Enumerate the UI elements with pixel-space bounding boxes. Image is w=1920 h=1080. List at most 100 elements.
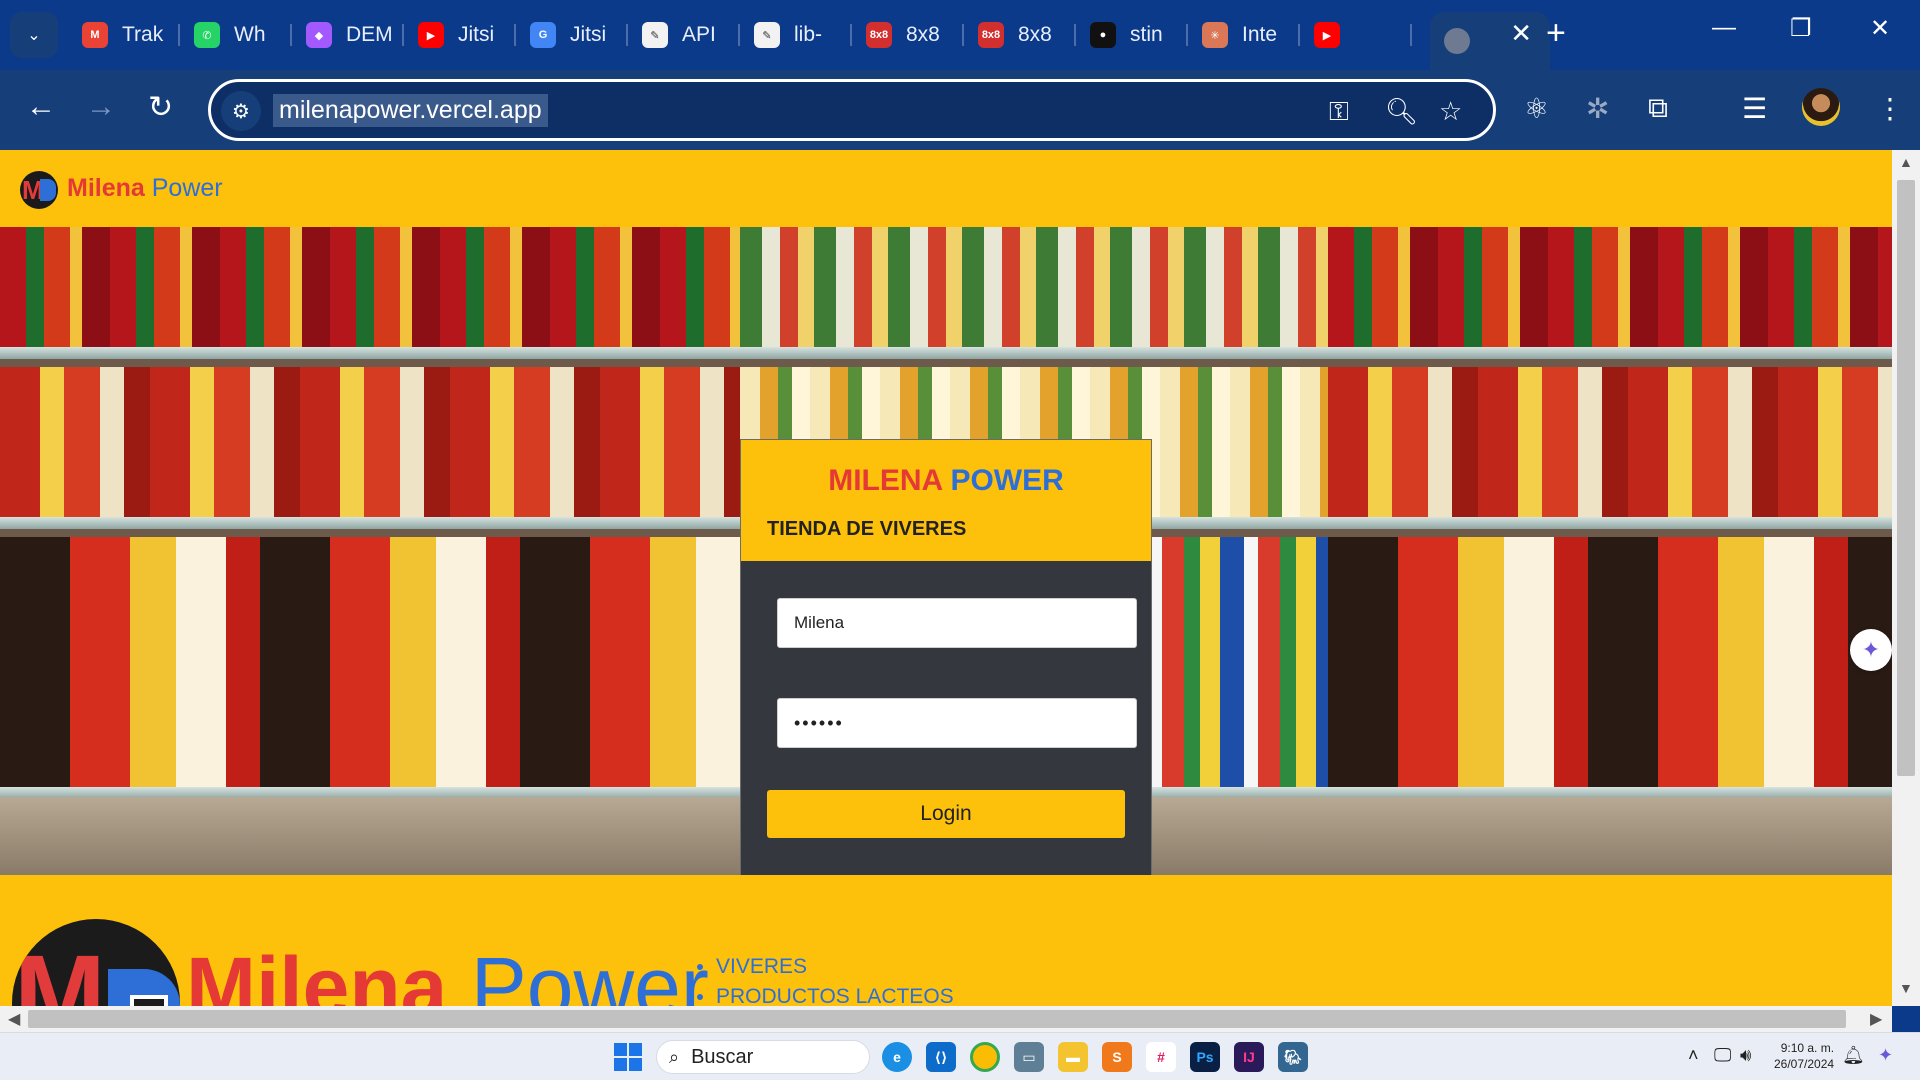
copilot-icon[interactable]: ✦ xyxy=(1878,1045,1893,1066)
media-queue-icon[interactable]: ☰ xyxy=(1742,92,1767,125)
site-info-icon[interactable]: ⚙ xyxy=(221,91,261,131)
volume-icon[interactable]: 🔊︎ xyxy=(1740,1045,1751,1066)
footer-link-viveres[interactable]: VIVERES xyxy=(716,955,954,979)
tab-0[interactable]: M Trak xyxy=(68,12,180,58)
brand-second-word: Power xyxy=(151,174,223,202)
url-text[interactable]: milenapower.vercel.app xyxy=(273,94,548,127)
restore-button[interactable]: ❐ xyxy=(1790,14,1812,43)
more-menu-icon[interactable]: ⋮ xyxy=(1876,92,1904,125)
sublime-text-icon[interactable]: S xyxy=(1102,1042,1132,1072)
close-tab-icon[interactable]: ✕ xyxy=(1510,18,1532,49)
8x8-icon: 8x8 xyxy=(978,22,1004,48)
address-bar[interactable]: ⚙ milenapower.vercel.app ⚿ 🔍︎ ☆ xyxy=(208,79,1496,141)
shelves-photo-right xyxy=(1328,227,1892,875)
vertical-scroll-thumb[interactable] xyxy=(1897,180,1915,776)
tab-4[interactable]: G Jitsi xyxy=(516,12,628,58)
tab-6[interactable]: ✎ lib- xyxy=(740,12,852,58)
profile-avatar[interactable] xyxy=(1802,88,1840,126)
scroll-up-arrow-icon[interactable]: ▲ xyxy=(1899,154,1913,170)
extension-bug-icon[interactable]: ✲ xyxy=(1586,92,1609,125)
tab-label: DEM xyxy=(346,23,393,46)
document-icon: ✎ xyxy=(642,22,668,48)
jetbrains-icon[interactable]: IJ xyxy=(1234,1042,1264,1072)
tab-3[interactable]: ▶ Jitsi xyxy=(404,12,516,58)
chevron-down-icon: ⌄ xyxy=(27,27,41,44)
file-explorer-icon[interactable]: ▬ xyxy=(1058,1042,1088,1072)
scroll-down-arrow-icon[interactable]: ▼ xyxy=(1899,980,1913,996)
chrome-icon[interactable] xyxy=(970,1042,1000,1072)
8x8-icon: 8x8 xyxy=(866,22,892,48)
clock-time: 9:10 a. m. xyxy=(1780,1041,1835,1055)
windows-taskbar: ⌕ Buscar e ⟨⟩ ▭ ▬ S # Ps IJ 🐘︎ ˄ 🖵︎ 🔊︎ 9… xyxy=(0,1032,1920,1080)
tab-7[interactable]: 8x8 8x8 xyxy=(852,12,964,58)
tab-8[interactable]: 8x8 8x8 xyxy=(964,12,1076,58)
tray-overflow-chevron-icon[interactable]: ˄ xyxy=(1688,1045,1699,1066)
footer-category-list: VIVERES PRODUCTOS LACTEOS xyxy=(716,955,954,1006)
forward-button[interactable]: → xyxy=(86,90,116,124)
github-icon: ● xyxy=(1090,22,1116,48)
whatsapp-icon: ✆ xyxy=(194,22,220,48)
search-icon: ⌕ xyxy=(669,1046,680,1067)
terminal-icon[interactable]: ▭ xyxy=(1014,1042,1044,1072)
windows-start-icon[interactable] xyxy=(614,1043,642,1071)
tab-1[interactable]: ✆ Wh xyxy=(180,12,292,58)
tab-label: 8x8 xyxy=(906,23,940,46)
sparkle-assistant-icon[interactable]: ✦ xyxy=(1850,629,1892,671)
taskbar-clock[interactable]: 9:10 a. m. 26/07/2024 xyxy=(1774,1040,1834,1072)
page-viewport: M Milena Power ✦ MILENA POWER TIENDA DE … xyxy=(0,150,1892,1006)
react-devtools-icon[interactable]: ⚛ xyxy=(1524,92,1549,125)
minimize-button[interactable]: — xyxy=(1712,14,1736,42)
tab-label: Wh xyxy=(234,23,266,46)
globe-icon xyxy=(1444,28,1470,54)
milena-power-logo[interactable]: M xyxy=(20,171,58,209)
close-window-button[interactable]: ✕ xyxy=(1870,14,1890,43)
login-card-header: MILENA POWER TIENDA DE VIVERES xyxy=(741,440,1151,561)
site-footer: M Milena Power VIVERES PRODUCTOS LACTEOS xyxy=(0,875,1892,1006)
extensions-puzzle-icon[interactable]: ⧉ xyxy=(1648,92,1668,125)
login-title: MILENA POWER xyxy=(741,464,1151,498)
username-input[interactable]: Milena xyxy=(777,598,1137,648)
photoshop-icon[interactable]: Ps xyxy=(1190,1042,1220,1072)
edge-icon[interactable]: e xyxy=(882,1042,912,1072)
tab-11[interactable]: ▶ xyxy=(1300,12,1412,58)
tab-5[interactable]: ✎ API xyxy=(628,12,740,58)
new-tab-button[interactable]: + xyxy=(1546,14,1566,53)
brand-first-word: Milena xyxy=(67,174,145,202)
footer-brand-second: Power xyxy=(470,940,709,1006)
taskbar-search-placeholder: Buscar xyxy=(691,1045,754,1068)
tab-search-button[interactable]: ⌄ xyxy=(10,12,58,58)
password-input[interactable]: •••••• xyxy=(777,698,1137,748)
back-button[interactable]: ← xyxy=(26,90,56,124)
network-icon[interactable]: 🖵︎ xyxy=(1714,1045,1731,1066)
reload-button[interactable]: ↻ xyxy=(148,90,173,125)
tab-2[interactable]: ◆ DEM xyxy=(292,12,404,58)
tab-10[interactable]: ✳ Inte xyxy=(1188,12,1300,58)
tab-active[interactable]: ✕ xyxy=(1430,12,1550,70)
site-brand[interactable]: Milena Power xyxy=(67,174,223,203)
tab-9[interactable]: ● stin xyxy=(1076,12,1188,58)
scroll-left-arrow-icon[interactable]: ◀ xyxy=(8,1009,20,1029)
slack-icon[interactable]: # xyxy=(1146,1042,1176,1072)
taskbar-search[interactable]: ⌕ Buscar xyxy=(656,1040,870,1074)
figma-icon: ◆ xyxy=(306,22,332,48)
site-header: M Milena Power xyxy=(0,150,1892,227)
zoom-icon[interactable]: 🔍︎ xyxy=(1385,96,1418,127)
browser-toolbar: ← → ↻ ⚙ milenapower.vercel.app ⚿ 🔍︎ ☆ ⚛ … xyxy=(0,70,1920,150)
tab-label: Inte xyxy=(1242,23,1278,46)
password-key-icon[interactable]: ⚿ xyxy=(1329,96,1349,128)
scroll-right-arrow-icon[interactable]: ▶ xyxy=(1870,1009,1882,1029)
postgresql-icon[interactable]: 🐘︎ xyxy=(1278,1042,1308,1072)
login-button[interactable]: Login xyxy=(767,790,1125,838)
vertical-scrollbar[interactable]: ▲ ▼ xyxy=(1892,150,1920,1006)
google-icon: G xyxy=(530,22,556,48)
tab-label: 8x8 xyxy=(1018,23,1052,46)
horizontal-scrollbar[interactable]: ◀ ▶ xyxy=(0,1006,1892,1032)
notification-bell-icon[interactable]: 🔔︎ xyxy=(1842,1045,1865,1066)
footer-logo: M xyxy=(12,919,180,1006)
shelves-photo-left xyxy=(0,227,740,875)
tab-label: lib- xyxy=(794,23,823,46)
footer-link-productos-lacteos[interactable]: PRODUCTOS LACTEOS xyxy=(716,985,954,1006)
bookmark-star-icon[interactable]: ☆ xyxy=(1439,96,1462,127)
horizontal-scroll-thumb[interactable] xyxy=(28,1010,1846,1028)
vscode-icon[interactable]: ⟨⟩ xyxy=(926,1042,956,1072)
